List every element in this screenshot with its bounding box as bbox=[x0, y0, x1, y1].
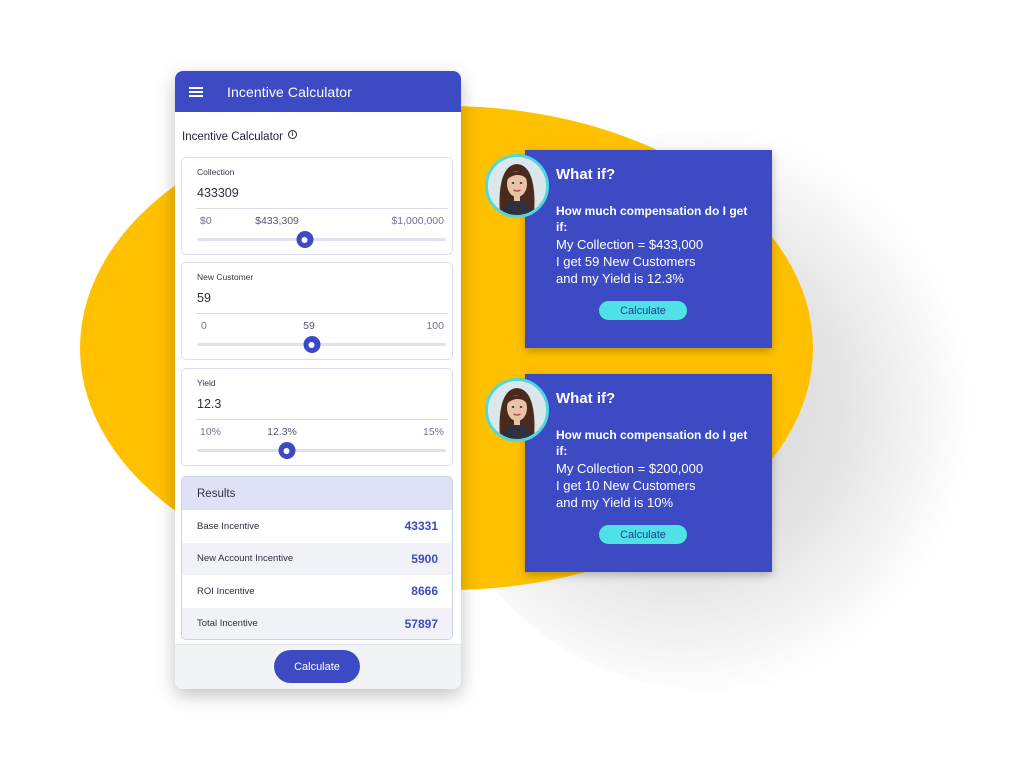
row-label: Base Incentive bbox=[197, 520, 260, 532]
what-if-calculate-button[interactable]: Calculate bbox=[599, 301, 687, 320]
what-if-question: How much compensation do I get if: bbox=[556, 204, 748, 234]
slider-card-yield: Yield 12.3 10% 12.3% 15% bbox=[181, 368, 453, 466]
slider-value-input[interactable]: 59 bbox=[197, 291, 211, 305]
slider-label: Collection bbox=[197, 167, 235, 177]
what-if-line: I get 59 New Customers bbox=[556, 254, 696, 269]
phone-footer: Calculate bbox=[175, 644, 461, 689]
what-if-title: What if? bbox=[556, 166, 616, 183]
range-min: 0 bbox=[201, 320, 207, 332]
row-value: 5900 bbox=[411, 551, 438, 566]
results-row-total: Total Incentive 57897 bbox=[182, 607, 452, 639]
avatar bbox=[485, 378, 549, 442]
slider-card-new-customer: New Customer 59 0 59 100 bbox=[181, 262, 453, 360]
divider bbox=[196, 313, 448, 314]
row-value: 43331 bbox=[404, 519, 438, 534]
what-if-line: and my Yield is 12.3% bbox=[556, 271, 684, 286]
divider bbox=[196, 208, 448, 209]
what-if-line: I get 10 New Customers bbox=[556, 478, 696, 493]
range-max: 100 bbox=[426, 320, 444, 332]
row-label: ROI Incentive bbox=[197, 585, 255, 597]
menu-icon[interactable] bbox=[189, 86, 203, 97]
what-if-line: My Collection = $433,000 bbox=[556, 237, 704, 252]
row-value: 57897 bbox=[404, 616, 438, 631]
slider-value-input[interactable]: 12.3 bbox=[197, 397, 221, 411]
results-row-base: Base Incentive 43331 bbox=[182, 510, 452, 543]
what-if-card-2: What if? How much compensation do I get … bbox=[485, 374, 772, 572]
avatar bbox=[485, 154, 549, 218]
range-max: $1,000,000 bbox=[391, 215, 444, 227]
what-if-line: and my Yield is 10% bbox=[556, 495, 674, 510]
phone-app: Incentive Calculator Incentive Calculato… bbox=[175, 71, 461, 689]
slider-value-input[interactable]: 433309 bbox=[197, 186, 239, 200]
slider-thumb[interactable] bbox=[278, 442, 296, 459]
range-current: 59 bbox=[303, 320, 315, 332]
slider-label: New Customer bbox=[197, 272, 254, 282]
results-row-new-account: New Account Incentive 5900 bbox=[182, 542, 452, 575]
range-current: 12.3% bbox=[267, 426, 297, 438]
slider-thumb[interactable] bbox=[303, 336, 321, 353]
info-icon[interactable]: i bbox=[288, 129, 297, 139]
results-panel: Results Base Incentive 43331 New Account… bbox=[181, 476, 453, 640]
slider-track[interactable] bbox=[197, 238, 446, 241]
slider-card-collection: Collection 433309 $0 $433,309 $1,000,000 bbox=[181, 157, 453, 255]
slider-track[interactable] bbox=[197, 449, 446, 452]
what-if-line: My Collection = $200,000 bbox=[556, 461, 704, 476]
range-min: 10% bbox=[200, 426, 222, 438]
app-bar: Incentive Calculator bbox=[175, 71, 461, 112]
row-value: 8666 bbox=[411, 584, 438, 599]
app-title: Incentive Calculator bbox=[227, 83, 352, 100]
section-title: Incentive Calculator i bbox=[182, 129, 297, 143]
calculate-button[interactable]: Calculate bbox=[274, 650, 360, 683]
slider-track[interactable] bbox=[197, 343, 446, 346]
slider-label: Yield bbox=[197, 378, 216, 388]
what-if-calculate-button[interactable]: Calculate bbox=[599, 525, 687, 544]
range-min: $0 bbox=[200, 215, 212, 227]
range-current: $433,309 bbox=[255, 215, 299, 227]
results-header: Results bbox=[182, 477, 452, 510]
row-label: Total Incentive bbox=[197, 618, 258, 630]
row-label: New Account Incentive bbox=[197, 553, 294, 565]
what-if-card-1: What if? How much compensation do I get … bbox=[485, 150, 772, 348]
slider-thumb[interactable] bbox=[296, 231, 314, 248]
what-if-title: What if? bbox=[556, 390, 616, 407]
range-max: 15% bbox=[422, 426, 444, 438]
what-if-question: How much compensation do I get if: bbox=[556, 428, 748, 458]
section-title-text: Incentive Calculator bbox=[182, 131, 283, 143]
results-row-roi: ROI Incentive 8666 bbox=[182, 575, 452, 608]
divider bbox=[196, 419, 448, 420]
